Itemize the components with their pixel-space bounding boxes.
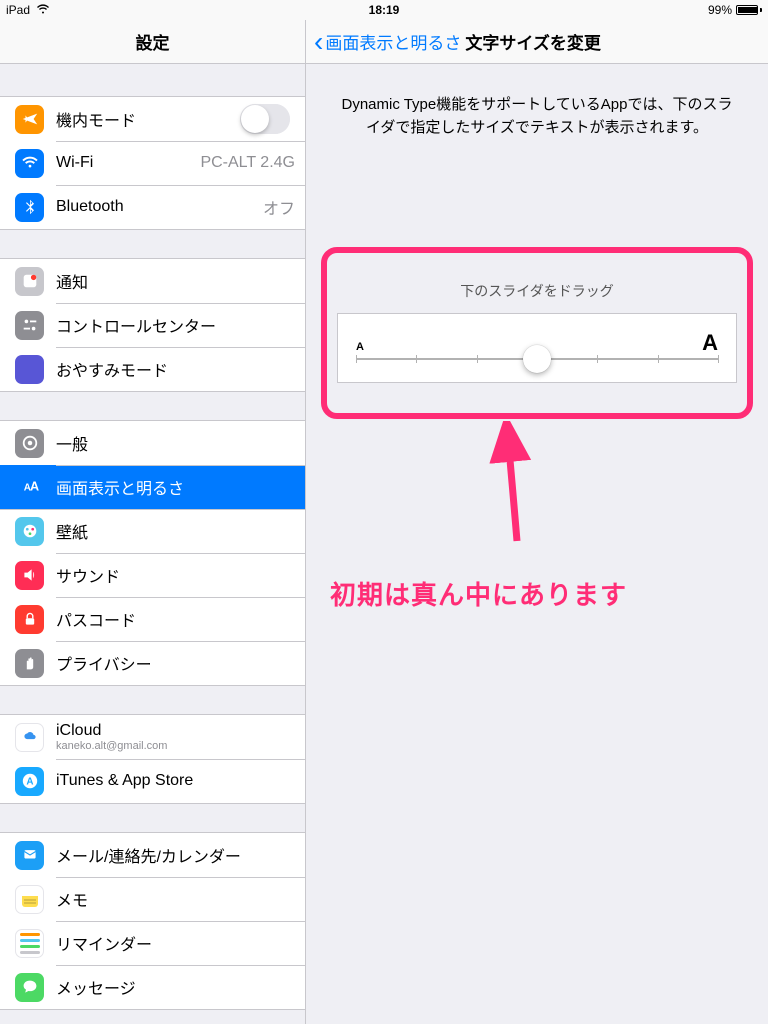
- gear-icon: [15, 429, 44, 458]
- notes-icon: [15, 885, 44, 914]
- status-time: 18:19: [369, 3, 400, 17]
- battery-percent: 99%: [708, 3, 732, 17]
- sidebar-item-mail[interactable]: メール/連絡先/カレンダー: [0, 833, 305, 877]
- sound-icon: [15, 561, 44, 590]
- text-size-slider[interactable]: [356, 358, 718, 360]
- control-icon: [15, 311, 44, 340]
- slider-instruction: 下のスライダをドラッグ: [337, 263, 737, 313]
- status-bar: iPad 18:19 99%: [0, 0, 768, 20]
- sidebar-item-reminders[interactable]: リマインダー: [0, 921, 305, 965]
- small-a-label: A: [356, 341, 364, 353]
- sidebar-item-aa[interactable]: AA画面表示と明るさ: [0, 465, 305, 509]
- sidebar-item-hand[interactable]: プライバシー: [0, 641, 305, 685]
- sidebar-item-lock[interactable]: パスコード: [0, 597, 305, 641]
- message-icon: [15, 973, 44, 1002]
- moon-icon: [15, 355, 44, 384]
- carrier-label: iPad: [6, 3, 30, 17]
- big-a-label: A: [702, 330, 718, 356]
- wifi-icon: [15, 149, 44, 178]
- sidebar-item-appstore[interactable]: AiTunes & App Store: [0, 759, 305, 803]
- sidebar-item-gear[interactable]: 一般: [0, 421, 305, 465]
- detail-pane: ‹ 画面表示と明るさ 文字サイズを変更 Dynamic Type機能をサポートし…: [306, 20, 768, 1024]
- reminders-icon: [15, 929, 44, 958]
- sidebar-item-airplane[interactable]: 機内モード: [0, 97, 305, 141]
- notify-icon: [15, 267, 44, 296]
- sidebar-title: 設定: [0, 20, 305, 64]
- sidebar-item-moon[interactable]: おやすみモード: [0, 347, 305, 391]
- airplane-icon: [15, 105, 44, 134]
- wallpaper-icon: [15, 517, 44, 546]
- hand-icon: [15, 649, 44, 678]
- sidebar-item-wifi[interactable]: Wi-FiPC-ALT 2.4G: [0, 141, 305, 185]
- back-button[interactable]: ‹ 画面表示と明るさ: [306, 28, 461, 56]
- chevron-left-icon: ‹: [314, 28, 323, 56]
- annotation-text: 初期は真ん中にあります: [330, 575, 627, 612]
- sidebar-item-notes[interactable]: メモ: [0, 877, 305, 921]
- sidebar-item-bluetooth[interactable]: Bluetoothオフ: [0, 185, 305, 229]
- wifi-status-icon: [36, 3, 50, 17]
- sidebar-item-message[interactable]: メッセージ: [0, 965, 305, 1009]
- svg-text:A: A: [30, 480, 39, 494]
- lock-icon: [15, 605, 44, 634]
- sidebar-item-notify[interactable]: 通知: [0, 259, 305, 303]
- detail-title: 文字サイズを変更: [465, 29, 601, 54]
- airplane-toggle[interactable]: [240, 104, 290, 134]
- mail-icon: [15, 841, 44, 870]
- cloud-icon: [15, 723, 44, 752]
- slider-thumb[interactable]: [523, 345, 551, 373]
- settings-sidebar: 設定 機内モードWi-FiPC-ALT 2.4GBluetoothオフ通知コント…: [0, 20, 306, 1024]
- annotation-arrow: [457, 421, 537, 551]
- svg-text:A: A: [26, 777, 33, 788]
- dynamic-type-description: Dynamic Type機能をサポートしているAppでは、下のスライダで指定した…: [321, 84, 753, 139]
- detail-header: ‹ 画面表示と明るさ 文字サイズを変更: [306, 20, 768, 64]
- battery-icon: [736, 5, 762, 15]
- annotation-highlight: 下のスライダをドラッグ A A: [321, 247, 753, 419]
- sidebar-item-cloud[interactable]: iCloudkaneko.alt@gmail.com: [0, 715, 305, 759]
- appstore-icon: A: [15, 767, 44, 796]
- back-label: 画面表示と明るさ: [325, 29, 461, 54]
- bluetooth-icon: [15, 193, 44, 222]
- sidebar-item-wallpaper[interactable]: 壁紙: [0, 509, 305, 553]
- sidebar-item-control[interactable]: コントロールセンター: [0, 303, 305, 347]
- aa-icon: AA: [15, 473, 44, 502]
- text-size-slider-panel: A A: [337, 313, 737, 383]
- sidebar-item-sound[interactable]: サウンド: [0, 553, 305, 597]
